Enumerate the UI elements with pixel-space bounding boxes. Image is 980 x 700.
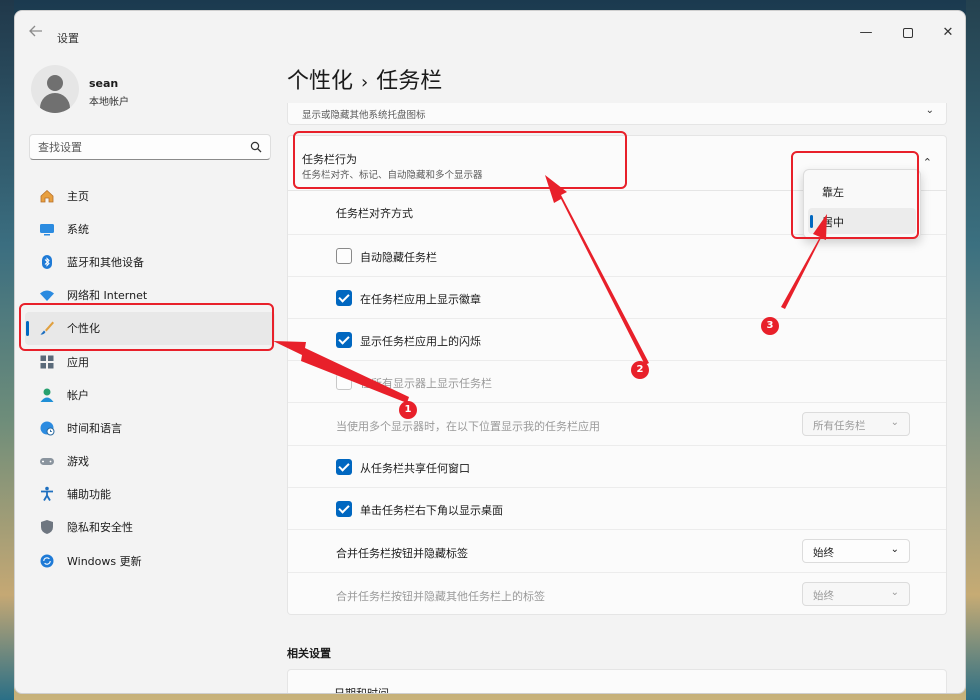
annotation-badge-1: 1 bbox=[399, 401, 417, 419]
annotation-arrow-2 bbox=[545, 175, 649, 365]
annotation-badge-2: 2 bbox=[631, 361, 649, 379]
annotation-arrow-1 bbox=[273, 341, 409, 403]
settings-window: 设置 — ✕ sean 本地帐户 主页 系统 蓝牙和其他设备 bbox=[14, 10, 966, 694]
annotation-arrow-3 bbox=[781, 214, 827, 309]
wallpaper-right bbox=[966, 0, 980, 700]
annotation-badge-3: 3 bbox=[761, 317, 779, 335]
wallpaper-left bbox=[0, 0, 14, 700]
annotation-arrows bbox=[273, 175, 827, 403]
